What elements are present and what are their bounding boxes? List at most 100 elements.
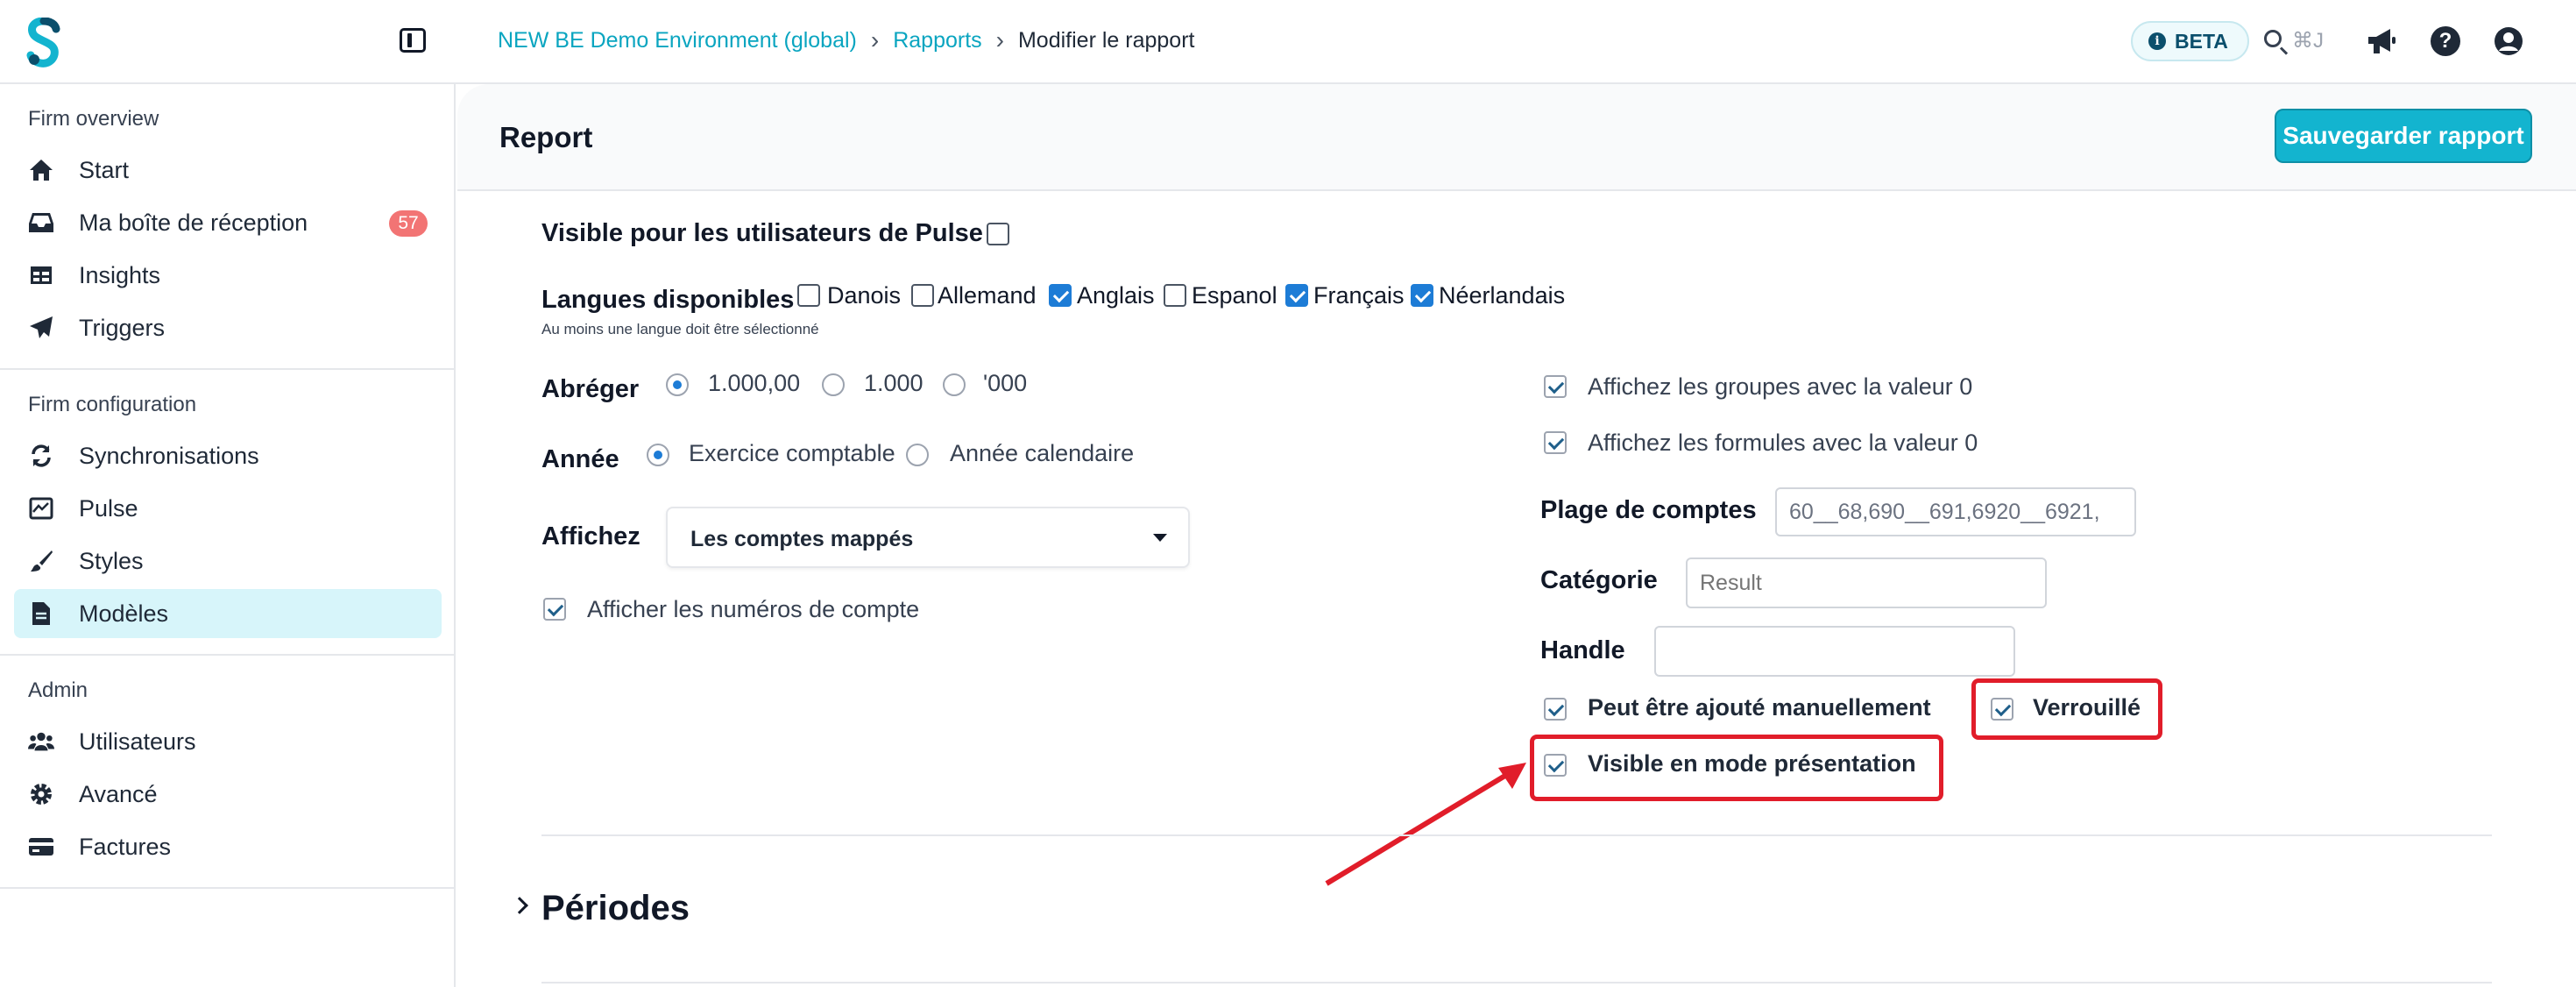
langue-danois-label: Danois bbox=[827, 282, 902, 309]
groupes-zero-checkbox[interactable] bbox=[1544, 375, 1567, 398]
annee-exercice-label: Exercice comptable bbox=[689, 440, 895, 466]
abreger-option-3-radio[interactable] bbox=[943, 373, 966, 396]
annee-label: Année bbox=[541, 445, 619, 473]
top-bar: NEW BE Demo Environment (global) › Rappo… bbox=[0, 0, 2576, 84]
breadcrumb-current: Modifier le rapport bbox=[1017, 27, 1195, 53]
langue-neerlandais-label: Néerlandais bbox=[1439, 282, 1566, 309]
breadcrumb-environment[interactable]: NEW BE Demo Environment (global) bbox=[498, 28, 857, 53]
manuel-checkbox[interactable] bbox=[1544, 698, 1567, 721]
categorie-label: Catégorie bbox=[1540, 566, 1658, 594]
gear-icon bbox=[28, 781, 54, 807]
manuel-label: Peut être ajouté manuellement bbox=[1588, 694, 1931, 721]
inbox-icon bbox=[28, 209, 54, 236]
brush-icon bbox=[28, 548, 54, 574]
caret-down-icon bbox=[1153, 534, 1167, 542]
langue-espanol-checkbox[interactable] bbox=[1164, 284, 1186, 307]
langue-danois-checkbox[interactable] bbox=[797, 284, 820, 307]
beta-label: BETA bbox=[2175, 29, 2228, 53]
sidebar-item-start[interactable]: Start bbox=[14, 146, 442, 195]
langues-label: Langues disponibles bbox=[541, 286, 795, 314]
categorie-input[interactable] bbox=[1686, 557, 2047, 608]
sync-icon bbox=[28, 443, 54, 469]
groupes-zero-label: Affichez les groupes avec la valeur 0 bbox=[1588, 373, 1973, 400]
save-report-button[interactable]: Sauvegarder rapport bbox=[2275, 109, 2532, 163]
sidebar-item-label: Avancé bbox=[79, 780, 158, 807]
langue-neerlandais-checkbox[interactable] bbox=[1411, 284, 1433, 307]
sidebar-item-modeles[interactable]: Modèles bbox=[14, 589, 442, 638]
affichez-select[interactable]: Les comptes mappés bbox=[666, 507, 1190, 568]
sidebar-item-label: Styles bbox=[79, 547, 144, 574]
abreger-option-2-radio[interactable] bbox=[822, 373, 845, 396]
langue-anglais-label: Anglais bbox=[1077, 282, 1155, 309]
sidebar-item-triggers[interactable]: Triggers bbox=[14, 303, 442, 352]
annee-calendaire-radio[interactable] bbox=[906, 444, 929, 466]
annotation-arrow-icon bbox=[1325, 763, 1526, 886]
sidebar-toggle-icon[interactable] bbox=[400, 28, 426, 53]
users-icon bbox=[28, 728, 54, 755]
periodes-section-title[interactable]: Périodes bbox=[541, 889, 690, 928]
sidebar-item-label: Ma boîte de réception bbox=[79, 209, 308, 236]
sidebar-item-label: Triggers bbox=[79, 314, 166, 341]
page-title: Report bbox=[499, 121, 593, 153]
langue-allemand-checkbox[interactable] bbox=[911, 284, 934, 307]
breadcrumb: NEW BE Demo Environment (global) › Rappo… bbox=[498, 26, 1194, 54]
sidebar-item-label: Utilisateurs bbox=[79, 728, 196, 755]
langue-allemand-label: Allemand bbox=[938, 282, 1037, 309]
sidebar-divider bbox=[0, 887, 456, 889]
section-firm-overview: Firm overview bbox=[28, 107, 159, 131]
plage-comptes-input[interactable] bbox=[1775, 487, 2136, 536]
langues-hint: Au moins une langue doit être sélectionn… bbox=[541, 321, 819, 337]
section-firm-configuration: Firm configuration bbox=[28, 393, 197, 416]
annee-exercice-radio[interactable] bbox=[647, 444, 669, 466]
affichez-select-value: Les comptes mappés bbox=[690, 527, 914, 551]
annee-calendaire-label: Année calendaire bbox=[950, 440, 1135, 466]
sidebar-item-factures[interactable]: Factures bbox=[14, 822, 442, 871]
handle-input[interactable] bbox=[1654, 626, 2015, 677]
langue-francais-label: Français bbox=[1313, 282, 1405, 309]
breadcrumb-rapports[interactable]: Rapports bbox=[893, 28, 981, 53]
beta-badge[interactable]: i BETA bbox=[2131, 21, 2249, 61]
afficher-numeros-label: Afficher les numéros de compte bbox=[587, 596, 920, 622]
help-icon[interactable]: ? bbox=[2431, 26, 2460, 56]
sidebar-item-utilisateurs[interactable]: Utilisateurs bbox=[14, 717, 442, 766]
sidebar-item-label: Modèles bbox=[79, 600, 169, 627]
chart-icon bbox=[28, 495, 54, 522]
sidebar-item-pulse[interactable]: Pulse bbox=[14, 484, 442, 533]
megaphone-icon[interactable] bbox=[2366, 26, 2397, 56]
highlight-verrouille bbox=[1971, 678, 2162, 740]
home-icon bbox=[28, 157, 54, 183]
abreger-option-1-label: 1.000,00 bbox=[708, 370, 801, 396]
sidebar-item-label: Start bbox=[79, 156, 130, 183]
file-icon bbox=[28, 600, 54, 627]
report-header: Report Sauvegarder rapport bbox=[457, 84, 2576, 191]
sidebar-item-synchronisations[interactable]: Synchronisations bbox=[14, 431, 442, 480]
handle-label: Handle bbox=[1540, 636, 1625, 664]
send-icon bbox=[28, 315, 54, 341]
langue-francais-checkbox[interactable] bbox=[1285, 284, 1308, 307]
afficher-numeros-checkbox[interactable] bbox=[543, 598, 566, 621]
card-icon bbox=[28, 834, 54, 860]
section-admin: Admin bbox=[28, 678, 88, 702]
inbox-count-badge: 57 bbox=[389, 210, 428, 237]
visible-pulse-checkbox[interactable] bbox=[987, 223, 1009, 245]
search-shortcut: ⌘J bbox=[2292, 29, 2324, 53]
langue-anglais-checkbox[interactable] bbox=[1049, 284, 1072, 307]
sidebar-item-label: Insights bbox=[79, 261, 161, 288]
sidebar: Firm overview Start Ma boîte de réceptio… bbox=[0, 84, 456, 987]
logo-icon[interactable] bbox=[25, 18, 63, 68]
info-icon: i bbox=[2148, 32, 2166, 50]
formules-zero-checkbox[interactable] bbox=[1544, 431, 1567, 454]
chevron-right-icon: › bbox=[870, 26, 880, 53]
search-icon[interactable] bbox=[2264, 30, 2282, 47]
sidebar-item-avance[interactable]: Avancé bbox=[14, 770, 442, 819]
sidebar-item-insights[interactable]: Insights bbox=[14, 251, 442, 300]
abreger-option-1-radio[interactable] bbox=[666, 373, 689, 396]
highlight-presentation bbox=[1530, 735, 1943, 801]
user-account-icon[interactable] bbox=[2494, 26, 2523, 56]
plage-comptes-label: Plage de comptes bbox=[1540, 496, 1757, 524]
sidebar-divider bbox=[0, 368, 456, 370]
sidebar-item-styles[interactable]: Styles bbox=[14, 536, 442, 586]
sidebar-item-inbox[interactable]: Ma boîte de réception 57 bbox=[14, 198, 442, 247]
abreger-label: Abréger bbox=[541, 375, 640, 403]
affichez-label: Affichez bbox=[541, 522, 640, 550]
